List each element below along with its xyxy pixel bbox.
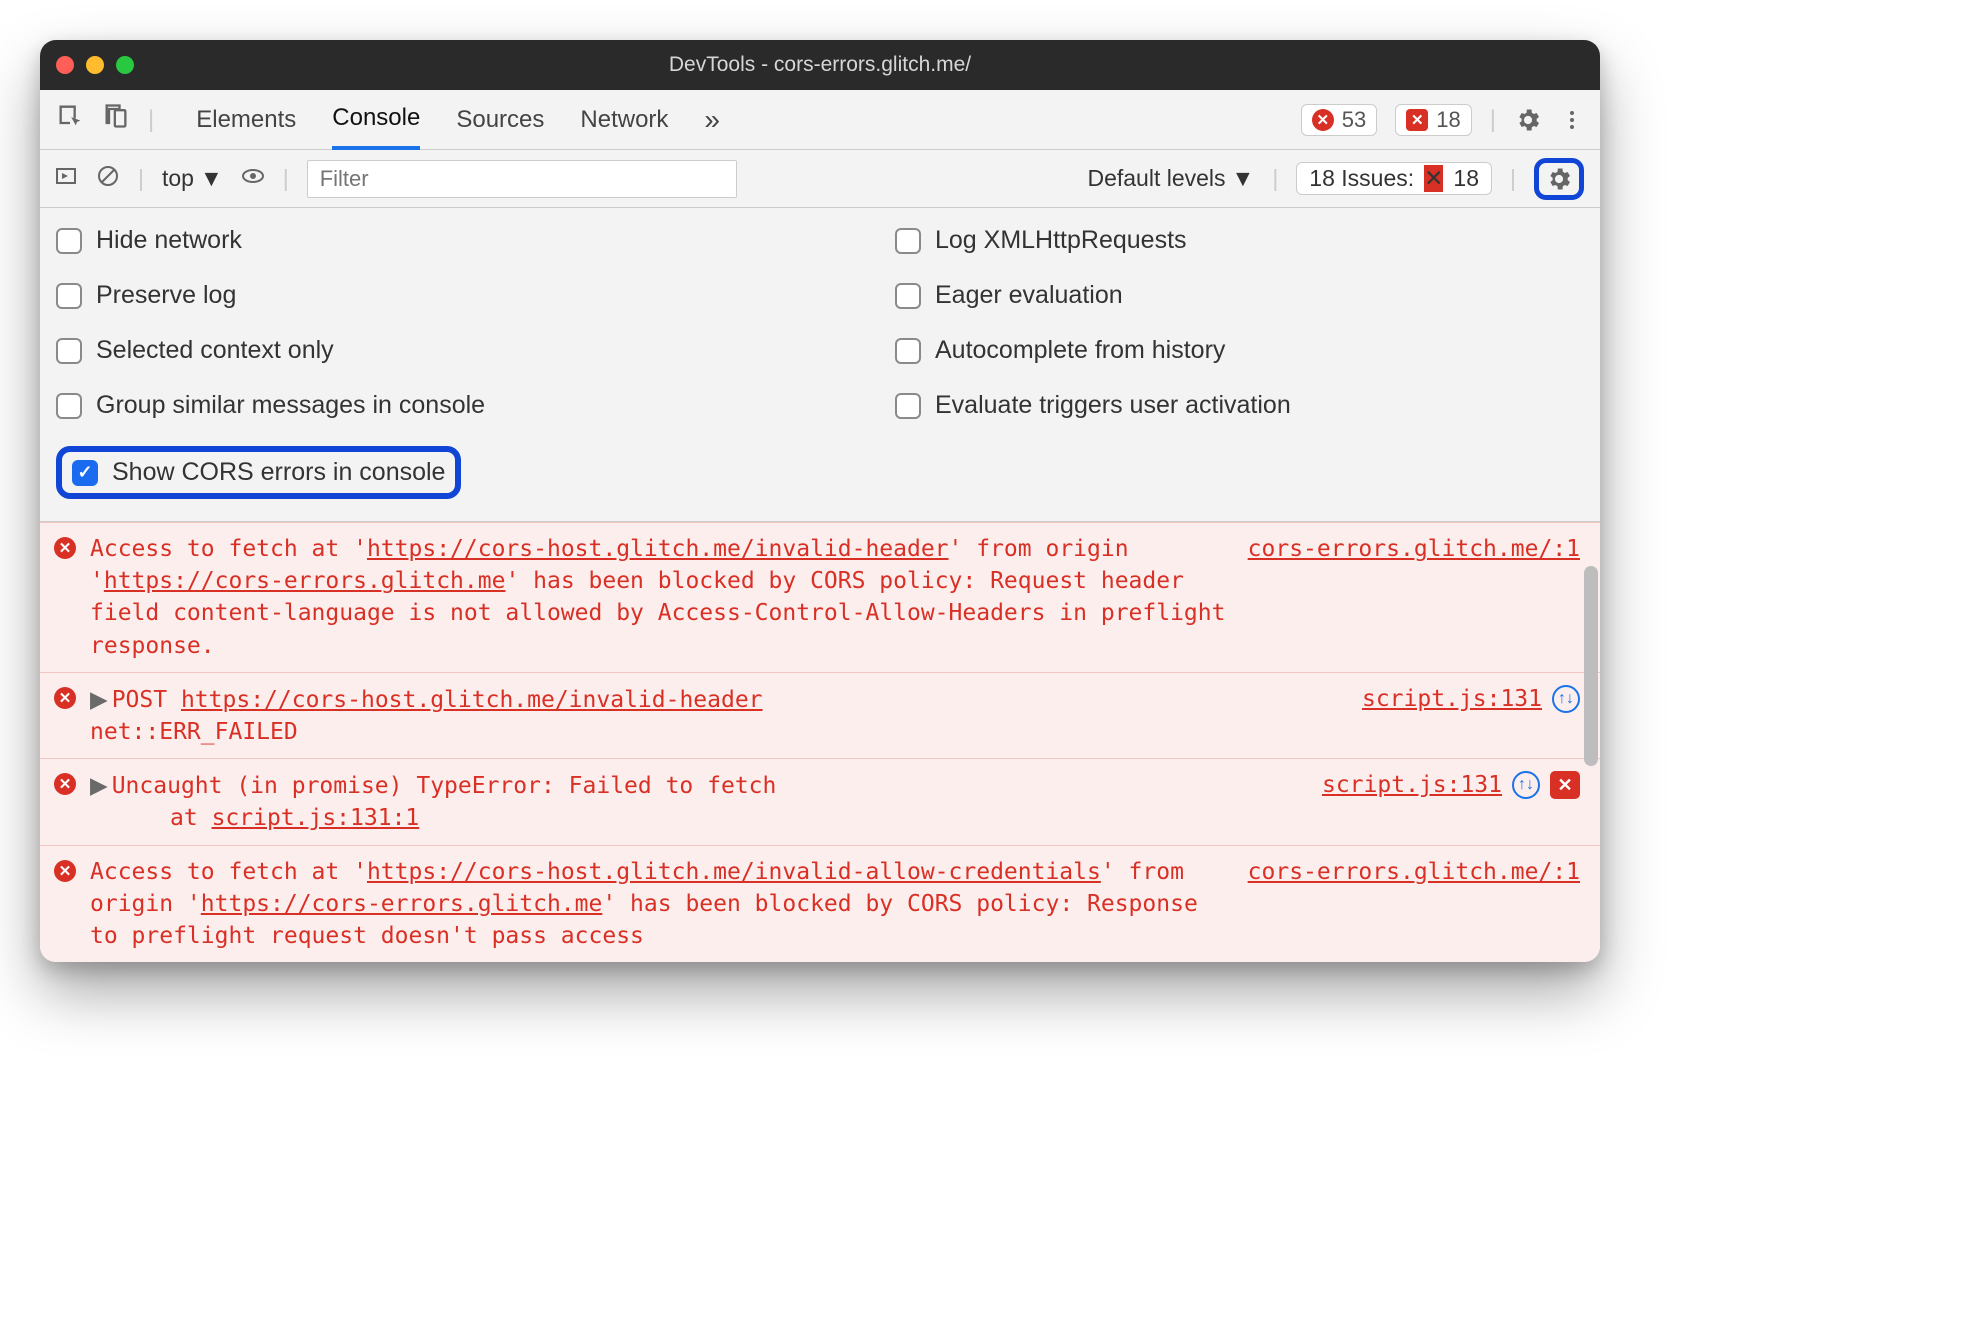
log-entry[interactable]: ✕ ▶POST https://cors-host.glitch.me/inva…	[40, 672, 1600, 758]
tab-network[interactable]: Network	[580, 90, 668, 149]
zoom-window-button[interactable]	[116, 56, 134, 74]
error-icon: ✕	[54, 537, 76, 559]
device-toggle-icon[interactable]	[102, 102, 130, 137]
log-entry[interactable]: ✕ Access to fetch at 'https://cors-host.…	[40, 845, 1600, 963]
log-source-link[interactable]: script.js:131	[1322, 769, 1502, 801]
error-icon: ✕	[1312, 109, 1334, 131]
setting-label: Selected context only	[96, 336, 334, 365]
setting-label: Eager evaluation	[935, 281, 1123, 310]
log-stack: at script.js:131:1	[90, 802, 1580, 834]
chevron-down-icon: ▼	[200, 165, 223, 192]
inspect-icon[interactable]	[56, 102, 84, 137]
log-entry[interactable]: ✕ Access to fetch at 'https://cors-host.…	[40, 522, 1600, 672]
log-source-link[interactable]: cors-errors.glitch.me/:1	[1248, 533, 1580, 565]
tab-sources[interactable]: Sources	[456, 90, 544, 149]
setting-label: Hide network	[96, 226, 242, 255]
checkbox[interactable]	[72, 460, 98, 486]
kebab-menu-icon[interactable]	[1560, 108, 1584, 132]
error-count: 53	[1342, 107, 1366, 133]
log-source-link[interactable]: script.js:131	[1362, 683, 1542, 715]
log-url[interactable]: https://cors-errors.glitch.me	[104, 568, 506, 594]
clear-console-icon[interactable]	[96, 164, 120, 194]
context-selector[interactable]: top ▼	[162, 165, 223, 192]
main-toolbar: | Elements Console Sources Network » ✕ 5…	[40, 90, 1600, 150]
checkbox[interactable]	[895, 393, 921, 419]
setting-eval-user-activation[interactable]: Evaluate triggers user activation	[895, 391, 1584, 420]
tab-elements[interactable]: Elements	[196, 90, 296, 149]
minimize-window-button[interactable]	[86, 56, 104, 74]
log-message: ▶Uncaught (in promise) TypeError: Failed…	[90, 769, 1298, 802]
setting-preserve-log[interactable]: Preserve log	[56, 281, 745, 310]
log-message: ▶POST https://cors-host.glitch.me/invali…	[90, 683, 1338, 716]
titlebar: DevTools - cors-errors.glitch.me/	[40, 40, 1600, 90]
expand-icon[interactable]: ▶	[90, 683, 108, 715]
error-icon: ✕	[54, 773, 76, 795]
setting-label: Show CORS errors in console	[112, 458, 445, 487]
issues-count: 18	[1453, 165, 1479, 192]
setting-label: Evaluate triggers user activation	[935, 391, 1291, 420]
sidebar-toggle-icon[interactable]	[54, 164, 78, 194]
log-url[interactable]: https://cors-host.glitch.me/invalid-head…	[367, 536, 949, 562]
checkbox[interactable]	[56, 283, 82, 309]
settings-gear-icon[interactable]	[1514, 106, 1542, 134]
issue-chip-icon[interactable]: ✕	[1550, 771, 1580, 799]
issue-icon: ✕	[1406, 109, 1428, 131]
setting-label: Group similar messages in console	[96, 391, 485, 420]
panel-tabs: Elements Console Sources Network »	[196, 90, 720, 149]
checkbox[interactable]	[56, 393, 82, 419]
log-message: Access to fetch at 'https://cors-host.gl…	[90, 533, 1236, 662]
chevron-down-icon: ▼	[1232, 165, 1255, 192]
checkbox[interactable]	[895, 228, 921, 254]
console-toolbar: | top ▼ | Default levels ▼ | 18 Issues: …	[40, 150, 1600, 208]
live-expression-icon[interactable]	[241, 164, 265, 194]
setting-hide-network[interactable]: Hide network	[56, 226, 745, 255]
log-source-link[interactable]: cors-errors.glitch.me/:1	[1248, 856, 1580, 888]
setting-group-similar[interactable]: Group similar messages in console	[56, 391, 745, 420]
log-url[interactable]: https://cors-errors.glitch.me	[201, 891, 603, 917]
log-entry[interactable]: ✕ ▶Uncaught (in promise) TypeError: Fail…	[40, 758, 1600, 844]
setting-autocomplete-history[interactable]: Autocomplete from history	[895, 336, 1584, 365]
issue-count-badge[interactable]: ✕ 18	[1395, 104, 1471, 136]
setting-eager-eval[interactable]: Eager evaluation	[895, 281, 1584, 310]
expand-icon[interactable]: ▶	[90, 769, 108, 801]
tab-more[interactable]: »	[704, 90, 720, 149]
setting-label: Log XMLHttpRequests	[935, 226, 1187, 255]
initiator-icon[interactable]: ↑↓	[1552, 685, 1580, 713]
log-status: net::ERR_FAILED	[90, 716, 1580, 748]
checkbox[interactable]	[56, 338, 82, 364]
log-levels-label: Default levels	[1087, 165, 1225, 192]
setting-log-xhr[interactable]: Log XMLHttpRequests	[895, 226, 1584, 255]
issues-counter[interactable]: 18 Issues: ✕ 18	[1296, 162, 1492, 195]
setting-label: Preserve log	[96, 281, 236, 310]
log-url[interactable]: https://cors-host.glitch.me/invalid-head…	[181, 687, 763, 713]
console-settings-panel: Hide network Log XMLHttpRequests Preserv…	[40, 208, 1600, 522]
window-title: DevTools - cors-errors.glitch.me/	[40, 53, 1600, 77]
log-url[interactable]: https://cors-host.glitch.me/invalid-allo…	[367, 859, 1101, 885]
checkbox[interactable]	[895, 283, 921, 309]
error-icon: ✕	[54, 860, 76, 882]
setting-show-cors-errors[interactable]: Show CORS errors in console	[56, 446, 461, 499]
issue-count: 18	[1436, 107, 1460, 133]
checkbox[interactable]	[895, 338, 921, 364]
devtools-window: DevTools - cors-errors.glitch.me/ | Elem…	[40, 40, 1600, 962]
log-message: Access to fetch at 'https://cors-host.gl…	[90, 856, 1236, 953]
checkbox[interactable]	[56, 228, 82, 254]
log-url[interactable]: script.js:131:1	[212, 805, 420, 831]
close-window-button[interactable]	[56, 56, 74, 74]
console-settings-gear-icon[interactable]	[1534, 158, 1584, 200]
initiator-icon[interactable]: ↑↓	[1512, 771, 1540, 799]
issues-label: 18 Issues:	[1309, 165, 1414, 192]
setting-selected-context[interactable]: Selected context only	[56, 336, 745, 365]
setting-label: Autocomplete from history	[935, 336, 1225, 365]
filter-input[interactable]	[307, 160, 737, 198]
error-count-badge[interactable]: ✕ 53	[1301, 104, 1377, 136]
log-levels-selector[interactable]: Default levels ▼	[1087, 165, 1254, 192]
issue-icon: ✕	[1424, 165, 1443, 192]
console-log-area: ✕ Access to fetch at 'https://cors-host.…	[40, 522, 1600, 962]
scrollbar[interactable]	[1584, 566, 1598, 766]
error-icon: ✕	[54, 687, 76, 709]
context-label: top	[162, 165, 194, 192]
tab-console[interactable]: Console	[332, 91, 420, 150]
traffic-lights	[56, 56, 134, 74]
